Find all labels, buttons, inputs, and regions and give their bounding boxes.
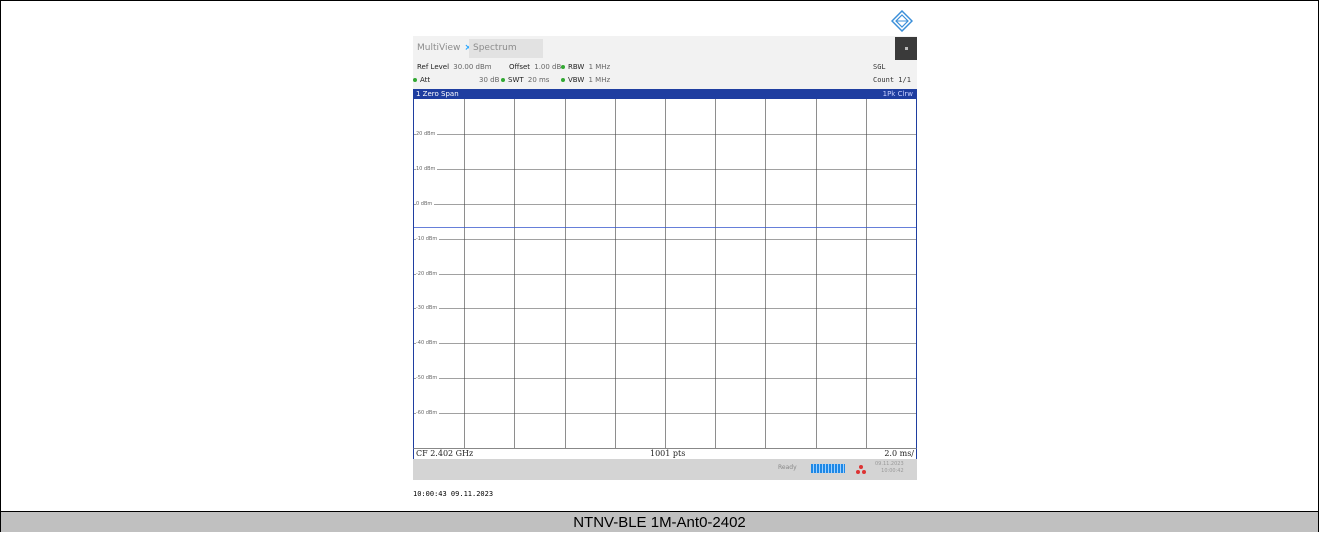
measurement-parameters: Ref Level 30.00 dBm Offset 1.00 dB RBW 1…	[413, 60, 917, 89]
y-axis-label: -50 dBm	[416, 375, 440, 381]
y-axis-label: -30 dBm	[416, 305, 440, 311]
center-frequency[interactable]: CF 2.402 GHz	[416, 449, 473, 459]
rbw-label: RBW	[568, 63, 585, 71]
menu-button[interactable]	[895, 37, 917, 60]
offset-param[interactable]: Offset 1.00 dB	[509, 63, 561, 71]
rbw-param[interactable]: RBW 1 MHz	[561, 63, 610, 71]
vbw-param[interactable]: VBW 1 MHz	[561, 76, 610, 84]
swt-label: SWT	[508, 76, 524, 84]
grid	[414, 99, 916, 448]
status-dot-icon	[561, 65, 565, 69]
y-axis-label: -20 dBm	[416, 271, 440, 277]
att-value-container[interactable]: 30 dB	[479, 76, 499, 84]
status-dot-icon	[501, 78, 505, 82]
y-axis-label: -40 dBm	[416, 340, 440, 346]
time-per-division: 2.0 ms/	[884, 449, 914, 458]
vbw-value: 1 MHz	[588, 76, 611, 84]
att-value: 30 dB	[479, 76, 500, 84]
offset-label: Offset	[509, 63, 531, 71]
network-alert-icon[interactable]	[856, 464, 866, 474]
ref-level-param[interactable]: Ref Level 30.00 dBm	[417, 63, 492, 71]
sweep-points: 1001 pts	[650, 449, 686, 458]
capture-timestamp: 10:00:43 09.11.2023	[413, 490, 494, 498]
tab-spectrum[interactable]: Spectrum	[469, 39, 543, 58]
ref-level-value: 30.00 dBm	[453, 63, 492, 71]
rohde-schwarz-logo-icon	[891, 10, 913, 32]
offset-value: 1.00 dB	[534, 63, 562, 71]
status-dot-icon	[561, 78, 565, 82]
rbw-value: 1 MHz	[588, 63, 611, 71]
trace-label[interactable]: 1Pk Clrw	[883, 89, 913, 99]
ref-level-label: Ref Level	[417, 63, 450, 71]
trace-window-header: 1 Zero Span 1Pk Clrw	[413, 89, 917, 99]
y-axis-label: -10 dBm	[416, 236, 440, 242]
status-datetime: 09.11.2023 10:00:42	[875, 461, 904, 475]
y-axis-label: 10 dBm	[416, 166, 438, 172]
att-param[interactable]: Att	[413, 76, 430, 84]
progress-bar	[811, 464, 845, 473]
status-dot-icon	[413, 78, 417, 82]
status-bar: Ready 09.11.2023 10:00:42	[413, 459, 917, 480]
window-label: 1 Zero Span	[416, 90, 459, 98]
y-axis-label: 20 dBm	[416, 131, 438, 137]
tab-multiview[interactable]: MultiView×	[413, 39, 476, 58]
y-axis-label: 0 dBm	[416, 201, 435, 207]
tab-bar: MultiView× Spectrum	[413, 36, 917, 60]
count-indicator: Count 1/1	[873, 76, 911, 84]
window-frame: MultiView× Spectrum Ref Level 30.00 dBm …	[0, 0, 1319, 532]
y-axis-label: -60 dBm	[416, 410, 440, 416]
vbw-label: VBW	[568, 76, 585, 84]
status-time: 10:00:42	[881, 468, 904, 474]
att-label: Att	[420, 76, 431, 84]
status-date: 09.11.2023	[875, 461, 904, 467]
swt-value: 20 ms	[527, 76, 550, 84]
status-ready: Ready	[778, 464, 797, 471]
plot-area[interactable]: 20 dBm 10 dBm 0 dBm -10 dBm -20 dBm -30 dBm -4…	[413, 99, 917, 449]
tab-multiview-label: MultiView	[417, 43, 461, 53]
caption: NTNV-BLE 1M-Ant0-2402	[1, 511, 1318, 532]
analyzer-screen: MultiView× Spectrum Ref Level 30.00 dBm …	[413, 36, 917, 480]
mode-indicator: SGL	[873, 63, 886, 71]
swt-param[interactable]: SWT 20 ms	[501, 76, 549, 84]
